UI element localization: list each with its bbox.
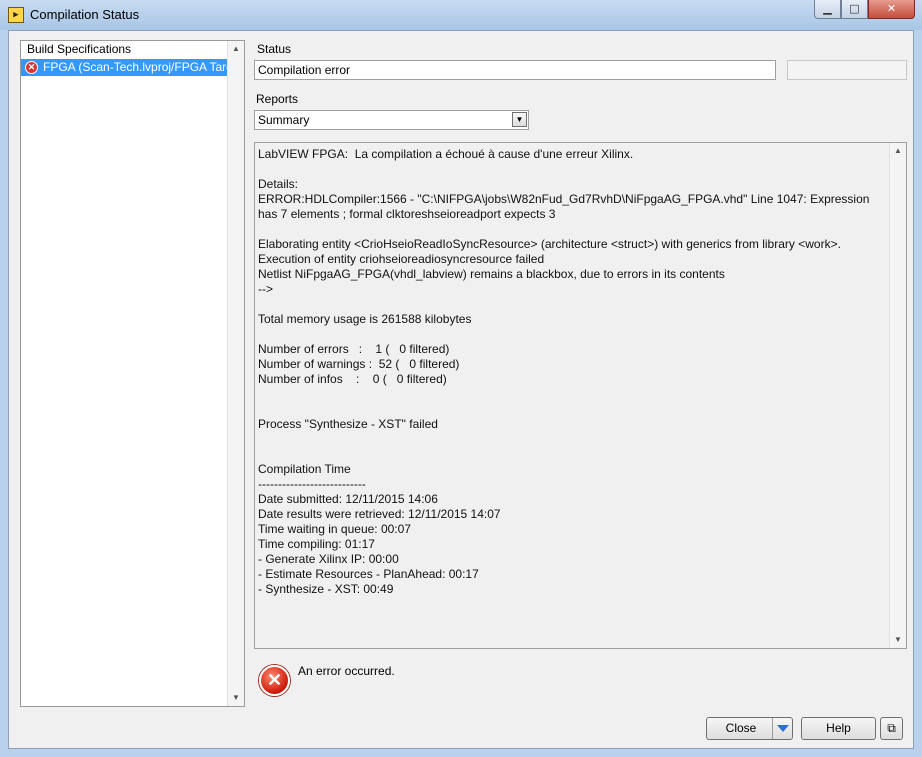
close-options-dropdown[interactable] — [772, 718, 792, 739]
title-bar[interactable]: ▶ Compilation Status ▁ □ ✕ — [0, 0, 922, 30]
compilation-status-window: ▶ Compilation Status ▁ □ ✕ Build Specifi… — [0, 0, 922, 757]
close-button[interactable]: Close — [706, 717, 793, 740]
scroll-up-icon[interactable]: ▲ — [228, 41, 244, 57]
tree-item-fpga[interactable]: ✕ FPGA (Scan-Tech.lvproj/FPGA Targ — [21, 59, 228, 76]
report-text-area[interactable]: LabVIEW FPGA: La compilation a échoué à … — [254, 142, 907, 649]
scroll-down-icon[interactable]: ▼ — [890, 632, 906, 648]
scroll-down-icon[interactable]: ▼ — [228, 690, 244, 706]
status-indicator — [787, 60, 907, 80]
tree-scrollbar[interactable]: ▲ ▼ — [227, 41, 244, 706]
scroll-up-icon[interactable]: ▲ — [890, 143, 906, 159]
window-title: Compilation Status — [30, 7, 140, 22]
build-specifications-tree[interactable]: Build Specifications ✕ FPGA (Scan-Tech.l… — [20, 40, 245, 707]
help-button[interactable]: Help — [801, 717, 876, 740]
tree-item-label: FPGA (Scan-Tech.lvproj/FPGA Targ — [43, 60, 228, 74]
chevron-down-icon — [777, 725, 789, 732]
error-icon: ✕ — [25, 61, 38, 74]
reports-label: Reports — [256, 92, 299, 106]
tree-header: Build Specifications — [27, 42, 132, 56]
report-content: LabVIEW FPGA: La compilation a échoué à … — [258, 147, 870, 596]
reports-selected-value: Summary — [258, 113, 310, 127]
labview-icon: ▶ — [8, 7, 24, 23]
status-field[interactable]: Compilation error — [254, 60, 776, 80]
status-label: Status — [257, 42, 292, 56]
close-button-label: Close — [725, 721, 757, 735]
reports-select[interactable]: Summary ▼ — [254, 110, 529, 130]
maximize-button[interactable]: □ — [841, 0, 868, 19]
close-window-button[interactable]: ✕ — [868, 0, 915, 19]
report-scrollbar[interactable]: ▲ ▼ — [889, 143, 906, 648]
dialog-body: Build Specifications ✕ FPGA (Scan-Tech.l… — [8, 30, 914, 749]
minimize-button[interactable]: ▁ — [814, 0, 841, 19]
error-message: An error occurred. — [298, 664, 395, 678]
chevron-down-icon[interactable]: ▼ — [512, 112, 527, 127]
window-icon-button[interactable]: ⧉ — [880, 717, 903, 740]
error-icon: ✕ — [259, 665, 290, 696]
